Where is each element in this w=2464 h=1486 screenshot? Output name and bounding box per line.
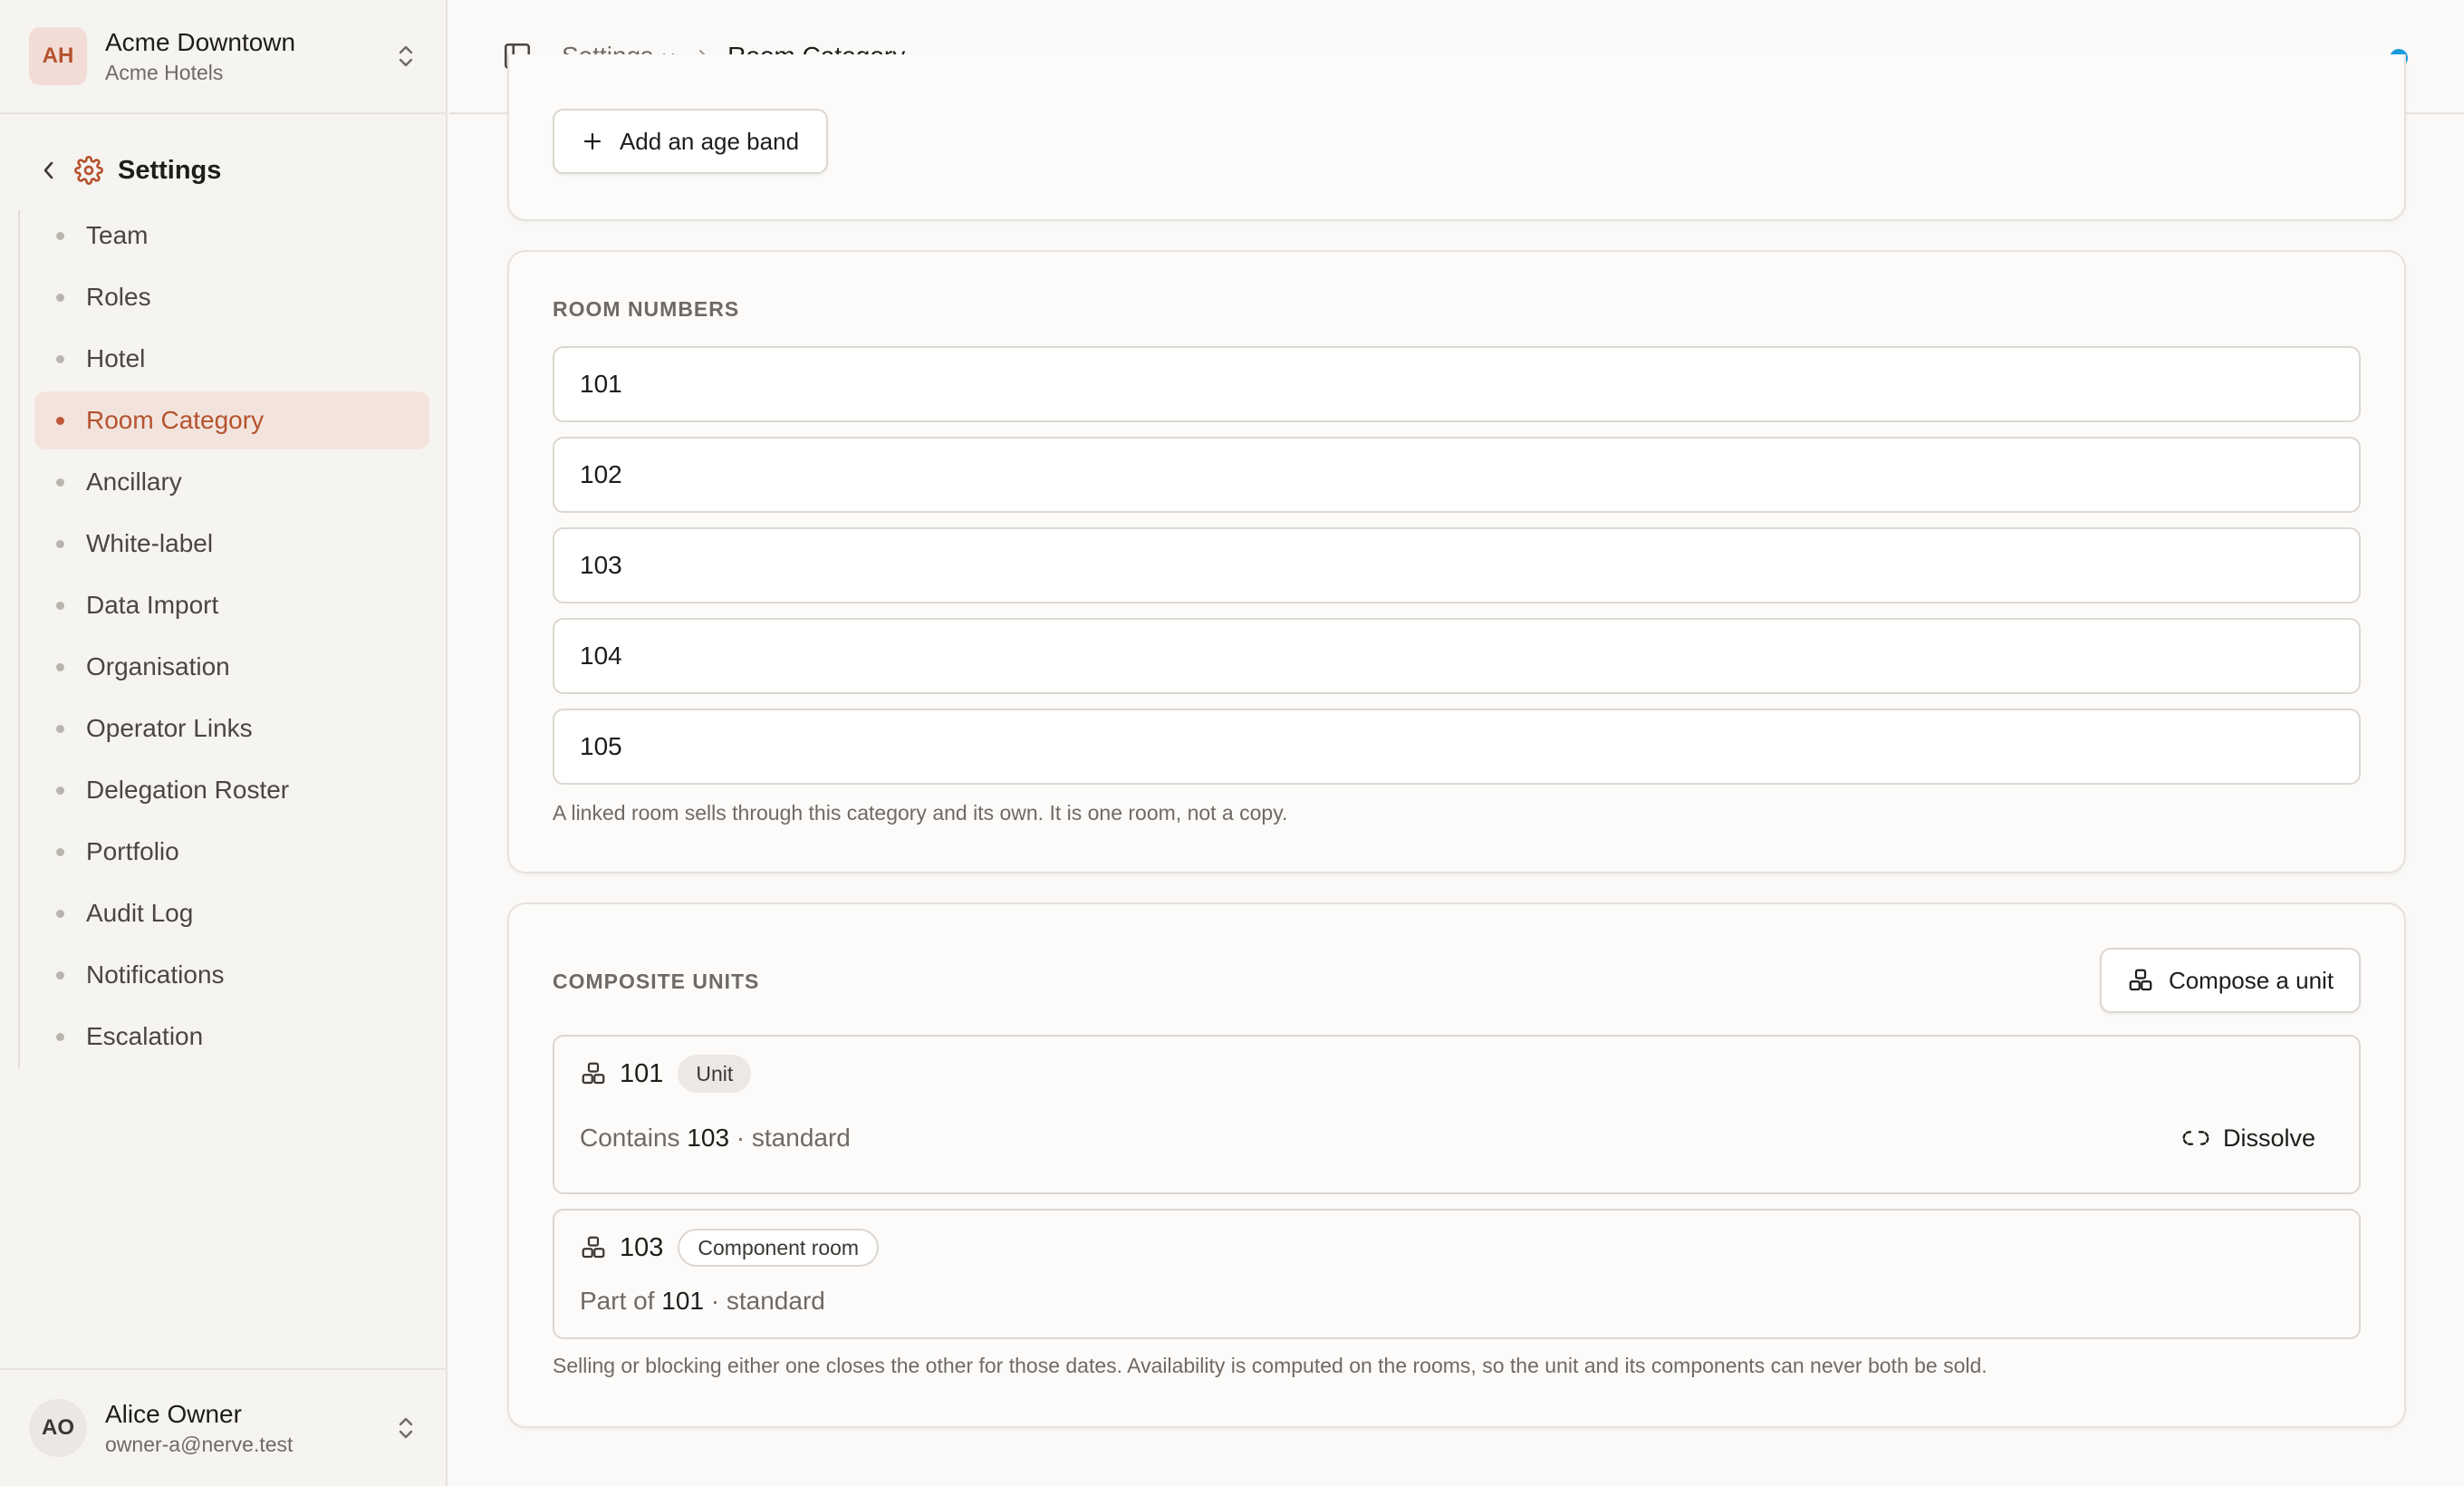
- sidebar-item-label: Ancillary: [86, 468, 182, 496]
- gear-icon: [74, 156, 103, 185]
- nav-guide-line: [18, 210, 20, 1069]
- unit-ref-room: 103: [687, 1124, 730, 1152]
- composite-unit-row: 103 Component room Part of 101 · standar…: [553, 1209, 2361, 1339]
- sidebar-item-audit-log[interactable]: Audit Log: [34, 884, 429, 942]
- chevrons-up-down-icon: [393, 40, 419, 72]
- org-avatar: AH: [29, 27, 87, 85]
- room-number-field[interactable]: 104: [553, 618, 2361, 694]
- org-name: Acme Downtown: [105, 28, 296, 56]
- sidebar-item-label: Escalation: [86, 1022, 204, 1050]
- unit-description: Part of 101 · standard: [580, 1287, 825, 1315]
- dissolve-label: Dissolve: [2222, 1124, 2315, 1152]
- unit-number: 103: [620, 1232, 664, 1262]
- composite-unit-row: 101 Unit Contains 103 · standard Dissolv…: [553, 1035, 2361, 1194]
- sidebar-item-roles[interactable]: Roles: [34, 268, 429, 326]
- sidebar-item-data-import[interactable]: Data Import: [34, 576, 429, 634]
- dissolve-button[interactable]: Dissolve: [2181, 1124, 2315, 1153]
- room-number-field[interactable]: 102: [553, 437, 2361, 513]
- compose-unit-label: Compose a unit: [2168, 966, 2334, 994]
- sidebar-item-label: Operator Links: [86, 714, 253, 742]
- unit-ref-room: 101: [661, 1287, 704, 1315]
- user-avatar: AO: [29, 1399, 87, 1457]
- settings-nav: Team Roles Hotel Room Category Ancillary…: [34, 207, 429, 1069]
- back-chevron-icon[interactable]: [33, 159, 65, 182]
- unlink-icon: [2181, 1124, 2210, 1153]
- unit-cluster-icon: [580, 1060, 607, 1087]
- user-name: Alice Owner: [105, 1400, 242, 1428]
- sidebar-item-label: Data Import: [86, 591, 219, 619]
- age-bands-card: Add an age band: [507, 54, 2406, 221]
- plus-icon: [582, 130, 603, 152]
- org-switcher[interactable]: AH Acme Downtown Acme Hotels: [0, 0, 448, 114]
- sidebar-item-white-label[interactable]: White-label: [34, 515, 429, 573]
- unit-type-badge: Unit: [678, 1055, 752, 1093]
- org-group: Acme Hotels: [105, 61, 224, 84]
- user-switcher[interactable]: AO Alice Owner owner-a@nerve.test: [0, 1368, 448, 1486]
- sidebar-item-label: White-label: [86, 529, 214, 557]
- sidebar-item-room-category[interactable]: Room Category: [34, 391, 429, 449]
- sidebar-item-ancillary[interactable]: Ancillary: [34, 453, 429, 511]
- unit-number: 101: [620, 1058, 664, 1088]
- sidebar-item-label: Portfolio: [86, 837, 179, 865]
- settings-title: Settings: [118, 155, 222, 185]
- add-age-band-label: Add an age band: [619, 127, 800, 155]
- sidebar-item-label: Hotel: [86, 344, 146, 372]
- unit-cluster-icon: [2127, 967, 2154, 994]
- room-numbers-hint: A linked room sells through this categor…: [553, 801, 1288, 825]
- sidebar-item-label: Roles: [86, 283, 151, 311]
- sidebar-item-label: Room Category: [86, 406, 265, 434]
- sidebar-item-delegation-roster[interactable]: Delegation Roster: [34, 761, 429, 819]
- room-numbers-card: ROOM NUMBERS 101 102 103 104 105 A linke…: [507, 250, 2406, 873]
- room-numbers-title: ROOM NUMBERS: [553, 297, 740, 321]
- unit-description: Contains 103 · standard: [580, 1124, 851, 1152]
- room-number-field[interactable]: 105: [553, 709, 2361, 785]
- sidebar-item-notifications[interactable]: Notifications: [34, 946, 429, 1004]
- sidebar-item-label: Team: [86, 221, 149, 249]
- composite-units-card: COMPOSITE UNITS Compose a unit 101 Unit …: [507, 902, 2406, 1428]
- sidebar-item-label: Delegation Roster: [86, 776, 290, 804]
- sidebar-item-portfolio[interactable]: Portfolio: [34, 823, 429, 881]
- room-number-field[interactable]: 103: [553, 527, 2361, 603]
- composite-units-title: COMPOSITE UNITS: [553, 970, 760, 993]
- settings-header: Settings: [33, 149, 221, 192]
- sidebar-item-label: Audit Log: [86, 899, 194, 927]
- sidebar: AH Acme Downtown Acme Hotels Settings Te…: [0, 0, 448, 1486]
- compose-unit-button[interactable]: Compose a unit: [2100, 948, 2361, 1013]
- unit-type-badge: Component room: [678, 1229, 880, 1267]
- sidebar-item-escalation[interactable]: Escalation: [34, 1008, 429, 1066]
- unit-cluster-icon: [580, 1234, 607, 1261]
- sidebar-item-hotel[interactable]: Hotel: [34, 330, 429, 388]
- sidebar-item-label: Notifications: [86, 960, 225, 989]
- sidebar-item-operator-links[interactable]: Operator Links: [34, 700, 429, 757]
- sidebar-item-label: Organisation: [86, 652, 230, 680]
- add-age-band-button[interactable]: Add an age band: [553, 109, 828, 174]
- room-number-field[interactable]: 101: [553, 346, 2361, 422]
- chevrons-up-down-icon: [393, 1412, 419, 1444]
- sidebar-item-team[interactable]: Team: [34, 207, 429, 265]
- user-email: owner-a@nerve.test: [105, 1433, 294, 1456]
- sidebar-item-organisation[interactable]: Organisation: [34, 638, 429, 696]
- composite-units-hint: Selling or blocking either one closes th…: [553, 1354, 1988, 1377]
